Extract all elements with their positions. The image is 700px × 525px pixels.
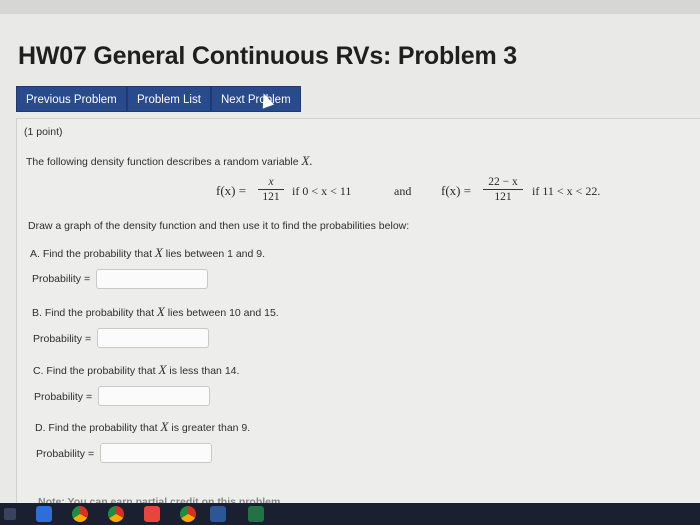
instructions-text: Draw a graph of the density function and… [28, 220, 410, 232]
chart-app-icon[interactable] [144, 506, 160, 522]
start-icon[interactable] [4, 508, 16, 520]
f1-numerator: x [268, 176, 274, 188]
f1-fraction: x 121 [258, 176, 284, 203]
f2-condition: if 11 < x < 22. [532, 184, 601, 198]
part-b-question: B. Find the probability that X lies betw… [32, 304, 279, 319]
part-d-label: Probability = [36, 448, 95, 460]
part-c-label: Probability = [34, 391, 93, 403]
part-a-question: A. Find the probability that X lies betw… [30, 245, 266, 260]
part-d-answer-input[interactable] [100, 443, 212, 463]
part-c-answer-input[interactable] [98, 386, 210, 406]
part-c-question: C. Find the probability that X is less t… [33, 362, 240, 377]
f1-denominator: 121 [262, 191, 280, 203]
and-text: and [394, 184, 412, 198]
intro-text: The following density function describes… [26, 153, 313, 168]
chrome-icon-4[interactable] [180, 506, 196, 522]
next-problem-button[interactable]: Next Problem [211, 86, 301, 112]
chrome-icon-3[interactable] [108, 506, 124, 522]
previous-problem-button[interactable]: Previous Problem [16, 86, 127, 112]
part-b-label: Probability = [33, 333, 92, 345]
points-label: (1 point) [24, 126, 63, 138]
browser-top-strip [0, 0, 700, 14]
f1-lhs: f(x) = [216, 183, 247, 198]
problem-list-button[interactable]: Problem List [127, 86, 211, 112]
f1-condition: if 0 < x < 11 [292, 184, 352, 198]
f2-numerator: 22 − x [488, 176, 518, 188]
taskbar [0, 503, 700, 525]
page-title: HW07 General Continuous RVs: Problem 3 [18, 42, 517, 70]
part-d-question: D. Find the probability that X is greate… [35, 419, 251, 434]
part-a-answer-input[interactable] [96, 269, 208, 289]
f2-lhs: f(x) = [441, 183, 472, 198]
word-icon[interactable] [210, 506, 226, 522]
chrome-icon-1[interactable] [36, 506, 52, 522]
part-a-label: Probability = [32, 273, 91, 285]
chrome-icon-2[interactable] [72, 506, 88, 522]
f2-denominator: 121 [494, 191, 512, 203]
part-b-answer-input[interactable] [97, 328, 209, 348]
excel-icon[interactable] [248, 506, 264, 522]
f2-fraction: 22 − x 121 [483, 176, 523, 203]
